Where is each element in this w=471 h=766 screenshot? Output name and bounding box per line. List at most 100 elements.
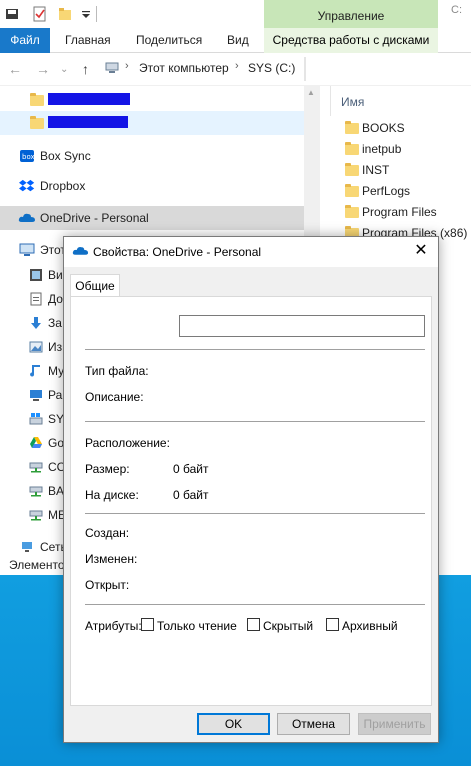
pictures-icon: [29, 341, 43, 353]
redaction-block: [48, 116, 128, 128]
sidebar-item-onedrive[interactable]: OneDrive - Personal: [0, 206, 304, 230]
ribbon-tabs: Файл Главная Поделиться Вид Средства раб…: [0, 28, 471, 53]
tab-file[interactable]: Файл: [0, 28, 50, 53]
accessed-label: Открыт:: [85, 578, 130, 592]
size-value: 0 байт: [173, 462, 209, 476]
sidebar-item-label: Go: [48, 436, 65, 450]
status-text: Элементо: [9, 558, 65, 572]
folder-icon: [30, 116, 44, 129]
file-name: PerfLogs: [362, 184, 411, 198]
divider: [85, 349, 425, 350]
attributes-row: Атрибуты: Только чтение Скрытый Архивный: [85, 617, 425, 635]
description-label: Описание:: [85, 390, 144, 404]
folder-icon: [345, 142, 359, 155]
folder-icon: [345, 205, 359, 218]
this-pc-icon: [19, 243, 35, 256]
readonly-checkbox[interactable]: [141, 618, 154, 631]
new-folder-icon[interactable]: [57, 6, 73, 22]
archive-label[interactable]: Архивный: [342, 619, 398, 633]
size-on-disk-value: 0 байт: [173, 488, 209, 502]
quick-access-toolbar: Управление C:: [0, 0, 471, 28]
onedrive-cloud-icon: [72, 247, 89, 255]
sidebar-item-label: Box Sync: [40, 149, 91, 163]
readonly-label[interactable]: Только чтение: [157, 619, 237, 633]
desktop-icon: [30, 390, 42, 401]
close-icon[interactable]: ✕: [409, 240, 433, 262]
apply-button[interactable]: Применить: [358, 713, 431, 735]
context-group-band: Управление: [264, 0, 438, 28]
tab-share[interactable]: Поделиться: [136, 28, 202, 53]
name-field[interactable]: [179, 315, 425, 337]
ok-button[interactable]: OK: [197, 713, 270, 735]
sidebar-item-label: За: [48, 316, 62, 330]
network-drive-icon: [29, 486, 43, 497]
divider: [85, 604, 425, 605]
window-caption-partial: C:: [451, 4, 462, 16]
folder-icon: [30, 93, 44, 106]
divider: [85, 513, 425, 514]
recent-locations-chevron-icon[interactable]: ⌄: [60, 64, 68, 75]
box-icon: box: [20, 150, 35, 162]
cancel-button[interactable]: Отмена: [277, 713, 350, 735]
archive-checkbox[interactable]: [326, 618, 339, 631]
drive-icon: [29, 413, 43, 425]
size-label: Размер:: [85, 462, 130, 476]
sidebar-item-dropbox[interactable]: Dropbox: [0, 174, 304, 198]
address-box[interactable]: › Этот компьютер › SYS (C:): [105, 58, 305, 80]
address-divider: [304, 57, 306, 81]
modified-label: Изменен:: [85, 552, 138, 566]
sidebar-item-box-sync[interactable]: box Box Sync: [0, 144, 304, 168]
network-icon: [22, 542, 32, 552]
divider: [85, 421, 425, 422]
nav-item-redacted-2[interactable]: [0, 111, 304, 135]
file-type-label: Тип файла:: [85, 364, 149, 378]
hidden-label[interactable]: Скрытый: [263, 619, 313, 633]
save-icon[interactable]: [4, 6, 20, 22]
sidebar-item-label: Ра: [48, 388, 63, 402]
address-bar-row: ← → ⌄ ↑ › Этот компьютер › SYS (C:): [0, 53, 471, 86]
column-separator: [330, 86, 331, 116]
folder-icon: [345, 184, 359, 197]
sidebar-item-label: BA: [48, 484, 65, 498]
location-label: Расположение:: [85, 436, 170, 450]
column-header-name[interactable]: Имя: [341, 95, 364, 109]
tab-home[interactable]: Главная: [65, 28, 111, 53]
documents-icon: [30, 292, 42, 306]
tab-drive-tools[interactable]: Средства работы с дисками: [264, 28, 438, 53]
arrow-left-icon[interactable]: ←: [8, 61, 22, 77]
dialog-title: Свойства: OneDrive - Personal: [93, 245, 262, 259]
sidebar-item-label: Dropbox: [40, 179, 86, 193]
tab-view[interactable]: Вид: [227, 28, 249, 53]
toolbar-separator: [96, 6, 97, 22]
sidebar-item-label: Из: [48, 340, 63, 354]
onedrive-cloud-icon: [18, 213, 35, 222]
network-drive-icon: [29, 462, 43, 473]
folder-icon: [345, 163, 359, 176]
svg-text:box: box: [22, 153, 35, 161]
arrow-up-icon[interactable]: ↑: [82, 61, 89, 77]
dialog-tab-strip: Общие: [64, 267, 438, 297]
breadcrumb-this-pc[interactable]: Этот компьютер: [139, 61, 229, 75]
hidden-checkbox[interactable]: [247, 618, 260, 631]
file-name: BOOKS: [362, 121, 405, 135]
file-name: INST: [362, 163, 390, 177]
nav-item-redacted-1[interactable]: [0, 88, 304, 112]
customize-arrow-icon[interactable]: [78, 6, 94, 22]
breadcrumb-separator-icon: ›: [125, 60, 129, 72]
attributes-label: Атрибуты:: [85, 619, 142, 633]
music-icon: [30, 365, 40, 377]
breadcrumb-sys-c[interactable]: SYS (C:): [248, 61, 295, 75]
tab-general[interactable]: Общие: [70, 274, 120, 297]
downloads-icon: [31, 317, 41, 329]
context-group-label: Управление: [317, 9, 385, 23]
properties-dialog: Свойства: OneDrive - Personal ✕ Общие Ти…: [63, 236, 439, 743]
dialog-title-bar[interactable]: Свойства: OneDrive - Personal ✕: [64, 237, 438, 267]
file-name: Program Files: [362, 205, 437, 219]
general-tab-page: Тип файла: Описание: Расположение: Разме…: [70, 296, 432, 706]
this-pc-small-icon: [105, 62, 119, 73]
arrow-right-icon[interactable]: →: [36, 61, 50, 77]
file-name: inetpub: [362, 142, 402, 156]
sidebar-item-label: OneDrive - Personal: [40, 211, 149, 225]
properties-check-icon[interactable]: [32, 6, 48, 22]
size-on-disk-label: На диске:: [85, 488, 139, 502]
